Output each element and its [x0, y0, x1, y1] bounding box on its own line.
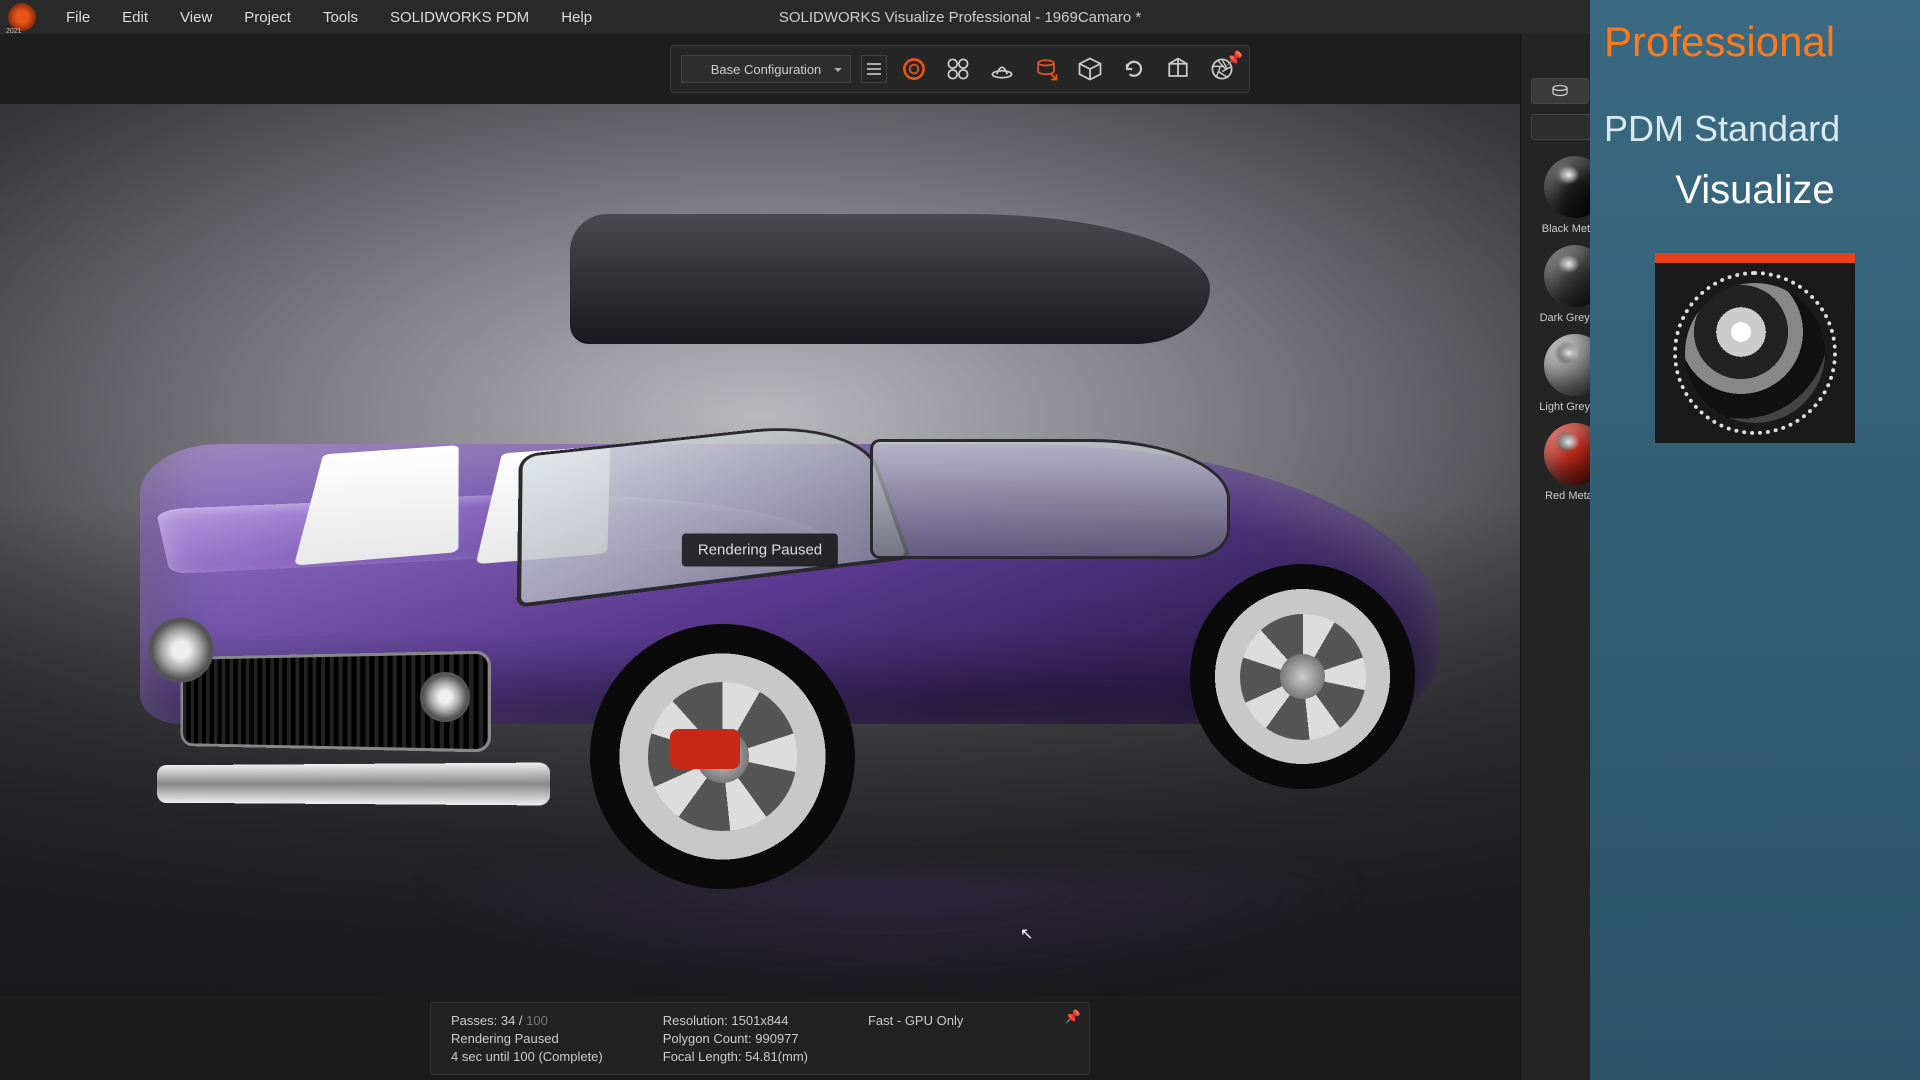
turntable-icon[interactable]	[985, 52, 1019, 86]
tab-appearances[interactable]	[1531, 78, 1589, 104]
overlay-card	[1655, 253, 1855, 443]
render-status-badge: Rendering Paused	[682, 534, 838, 567]
promo-overlay: Professional PDM Standard Visualize	[1590, 0, 1920, 1080]
status-bar: Passes: 34 / 100 Rendering Paused 4 sec …	[0, 996, 1520, 1080]
pin-status-icon[interactable]: 📌	[1065, 1009, 1081, 1025]
menu-file[interactable]: File	[50, 9, 106, 26]
menu-edit[interactable]: Edit	[106, 9, 164, 26]
menu-help[interactable]: Help	[545, 9, 608, 26]
render-eta: 4 sec until 100 (Complete)	[451, 1049, 603, 1064]
menu-project[interactable]: Project	[228, 9, 307, 26]
menu-view[interactable]: View	[164, 9, 228, 26]
pin-toolbar-icon[interactable]: 📌	[1226, 50, 1243, 67]
overlay-title-3: Visualize	[1604, 168, 1906, 213]
overlay-title-1: Professional	[1604, 18, 1906, 66]
status-box: Passes: 34 / 100 Rendering Paused 4 sec …	[430, 1002, 1090, 1075]
passes-label: Passes: 34 /	[451, 1013, 523, 1028]
render-viewport[interactable]: Rendering Paused ↖	[0, 104, 1520, 996]
status-polycount: Polygon Count: 990977	[663, 1031, 808, 1046]
list-toggle-button[interactable]	[861, 55, 887, 83]
menu-solidworks-pdm[interactable]: SOLIDWORKS PDM	[374, 9, 545, 26]
configuration-dropdown[interactable]: Base Configuration	[681, 55, 851, 83]
model-car	[110, 234, 1470, 914]
split-view-icon[interactable]	[941, 52, 975, 86]
status-mode: Fast - GPU Only	[868, 1013, 963, 1028]
lens-icon	[1685, 283, 1825, 423]
app-logo-icon	[8, 3, 36, 31]
package-icon[interactable]	[1161, 52, 1195, 86]
menu-tools[interactable]: Tools	[307, 9, 374, 26]
render-preview-icon[interactable]	[897, 52, 931, 86]
status-focal: Focal Length: 54.81(mm)	[663, 1049, 808, 1064]
scene-icon[interactable]	[1073, 52, 1107, 86]
status-resolution: Resolution: 1501x844	[663, 1013, 808, 1028]
overlay-title-2: PDM Standard	[1604, 108, 1906, 150]
render-queue-icon[interactable]	[1029, 52, 1063, 86]
reload-icon[interactable]	[1117, 52, 1151, 86]
toolbar-box: Base Configuration 📌	[670, 45, 1250, 93]
render-state: Rendering Paused	[451, 1031, 603, 1046]
window-title: SOLIDWORKS Visualize Professional - 1969…	[779, 9, 1141, 26]
passes-total: 100	[526, 1013, 548, 1028]
